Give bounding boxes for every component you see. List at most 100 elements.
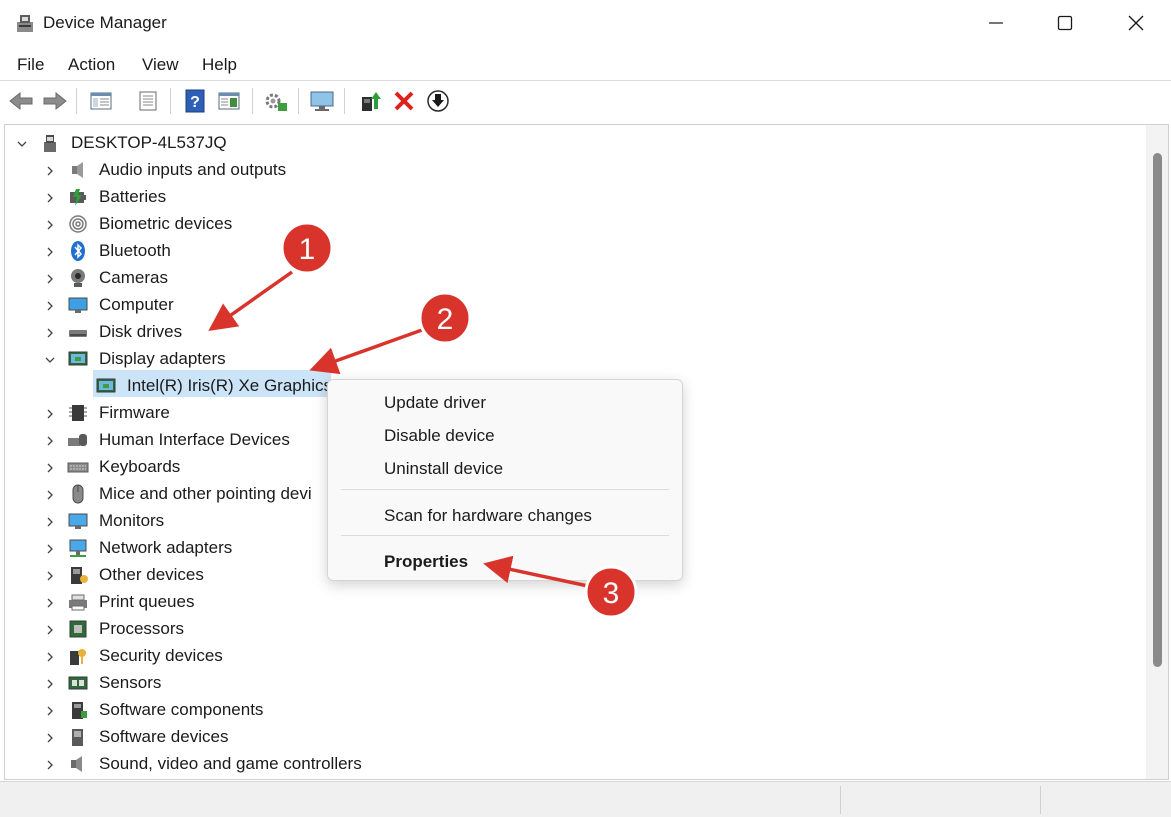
properties-view-icon: [90, 92, 112, 110]
tree-category-item[interactable]: Computer: [5, 292, 1135, 319]
update-driver-menu-item[interactable]: Update driver: [384, 393, 486, 413]
chevron-right-icon[interactable]: [43, 217, 57, 231]
chevron-right-icon[interactable]: [43, 514, 57, 528]
menu-view[interactable]: View: [142, 55, 179, 75]
uninstall-button[interactable]: [391, 88, 417, 114]
show-hide-console-tree-button[interactable]: [88, 88, 114, 114]
chevron-down-icon[interactable]: [15, 136, 29, 150]
help-icon: ?: [185, 89, 205, 113]
monitor-icon: [310, 91, 334, 111]
status-bar: [0, 781, 1171, 817]
close-button[interactable]: [1113, 0, 1159, 46]
disable-device-menu-item[interactable]: Disable device: [384, 426, 495, 446]
chevron-right-icon[interactable]: [43, 298, 57, 312]
tree-category-item[interactable]: Cameras: [5, 265, 1135, 292]
menu-action[interactable]: Action: [68, 55, 115, 75]
status-bar-divider: [1040, 786, 1041, 814]
software-device-icon: [72, 729, 83, 746]
tree-category-item[interactable]: Software components: [5, 697, 1135, 724]
tree-category-label: Biometric devices: [99, 214, 233, 233]
tree-category-label: Display adapters: [99, 349, 226, 368]
chevron-right-icon[interactable]: [43, 730, 57, 744]
chevron-right-icon[interactable]: [43, 460, 57, 474]
toolbar-separator: [298, 88, 299, 114]
chevron-right-icon[interactable]: [43, 163, 57, 177]
back-button[interactable]: [8, 88, 34, 114]
tree-category-item[interactable]: Display adapters: [5, 346, 1135, 373]
tree-category-item[interactable]: Processors: [5, 616, 1135, 643]
tree-category-label: Processors: [99, 619, 185, 638]
camera-icon: [71, 269, 85, 287]
display-adapter-icon: [96, 378, 116, 393]
tree-category-item[interactable]: Security devices: [5, 643, 1135, 670]
monitor-button[interactable]: [309, 88, 335, 114]
tree-category-item[interactable]: Bluetooth: [5, 238, 1135, 265]
chevron-right-icon[interactable]: [43, 595, 57, 609]
tree-category-label: Computer: [99, 295, 174, 314]
mouse-icon: [72, 484, 84, 504]
tree-category-item[interactable]: Audio inputs and outputs: [5, 157, 1135, 184]
tree-device-label: Intel(R) Iris(R) Xe Graphics: [127, 376, 332, 395]
back-icon: [9, 91, 33, 111]
list-view-icon: [139, 91, 157, 111]
chevron-right-icon[interactable]: [43, 433, 57, 447]
tree-category-item[interactable]: Disk drives: [5, 319, 1135, 346]
close-icon: [1128, 15, 1144, 31]
maximize-button[interactable]: [1042, 0, 1088, 46]
tree-category-item[interactable]: Sound, video and game controllers: [5, 751, 1135, 778]
chevron-right-icon[interactable]: [43, 541, 57, 555]
monitor-icon: [68, 513, 88, 529]
tree-category-item[interactable]: Batteries: [5, 184, 1135, 211]
chevron-right-icon[interactable]: [43, 649, 57, 663]
status-bar-divider: [840, 786, 841, 814]
tree-category-item[interactable]: Software devices: [5, 724, 1135, 751]
chevron-right-icon[interactable]: [43, 622, 57, 636]
keyboard-icon: [67, 462, 89, 473]
printer-icon: [69, 594, 87, 611]
toolbar-separator: [76, 88, 77, 114]
sound-icon: [71, 756, 82, 772]
scrollbar-thumb[interactable]: [1153, 153, 1162, 667]
enable-device-button[interactable]: [425, 88, 451, 114]
scan-hardware-button[interactable]: [263, 88, 289, 114]
chevron-right-icon[interactable]: [43, 244, 57, 258]
list-view-button[interactable]: [135, 88, 161, 114]
tree-root[interactable]: DESKTOP-4L537JQ: [5, 130, 1135, 157]
help-button[interactable]: ?: [182, 88, 208, 114]
minimize-button[interactable]: [973, 0, 1019, 46]
display-adapter-icon: [68, 351, 88, 366]
chevron-right-icon[interactable]: [43, 190, 57, 204]
title-bar[interactable]: Device Manager: [0, 0, 1171, 48]
sensor-icon: [68, 676, 88, 690]
chevron-right-icon[interactable]: [43, 757, 57, 771]
software-component-icon: [72, 702, 87, 719]
menu-file[interactable]: File: [17, 55, 44, 75]
maximize-icon: [1057, 15, 1073, 31]
chevron-right-icon[interactable]: [43, 487, 57, 501]
tree-category-label: Human Interface Devices: [99, 430, 290, 449]
chevron-right-icon[interactable]: [43, 325, 57, 339]
update-driver-button[interactable]: [357, 88, 383, 114]
chevron-right-icon[interactable]: [43, 568, 57, 582]
chevron-right-icon[interactable]: [43, 676, 57, 690]
scan-hardware-menu-item[interactable]: Scan for hardware changes: [384, 506, 592, 526]
tree-root-label: DESKTOP-4L537JQ: [71, 133, 227, 152]
context-menu-separator: [341, 489, 669, 490]
chevron-right-icon[interactable]: [43, 271, 57, 285]
processor-icon: [69, 620, 87, 638]
tree-category-item[interactable]: Sensors: [5, 670, 1135, 697]
update-driver-icon: [362, 92, 381, 111]
tree-category-item[interactable]: Print queues: [5, 589, 1135, 616]
vertical-scrollbar[interactable]: [1146, 125, 1168, 779]
properties-menu-item[interactable]: Properties: [384, 552, 468, 572]
tree-category-item[interactable]: Biometric devices: [5, 211, 1135, 238]
details-view-icon: [218, 92, 240, 110]
chevron-right-icon[interactable]: [43, 406, 57, 420]
chevron-right-icon[interactable]: [43, 703, 57, 717]
other-device-icon: [71, 567, 88, 584]
menu-help[interactable]: Help: [202, 55, 237, 75]
details-view-button[interactable]: [216, 88, 242, 114]
forward-button[interactable]: [42, 88, 68, 114]
uninstall-device-menu-item[interactable]: Uninstall device: [384, 459, 503, 479]
chevron-down-icon[interactable]: [43, 352, 57, 366]
